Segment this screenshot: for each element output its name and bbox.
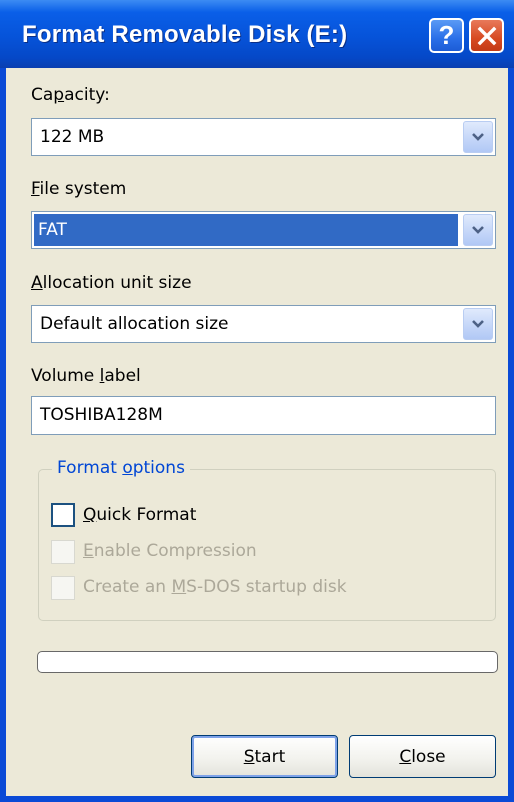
quick-format-label[interactable]: Quick Format — [83, 505, 196, 525]
file-system-dropdown[interactable]: FAT — [31, 211, 496, 249]
volume-label-value: TOSHIBA128M — [40, 405, 163, 425]
capacity-dropdown[interactable]: 122 MB — [31, 118, 496, 156]
window-title: Format Removable Disk (E:) — [22, 21, 348, 48]
enable-compression-checkbox — [51, 540, 75, 564]
close-window-button[interactable] — [469, 18, 504, 53]
chevron-down-icon — [472, 133, 484, 141]
close-icon — [477, 26, 496, 45]
help-icon: ? — [438, 20, 455, 50]
format-options-legend: Format options — [52, 458, 190, 478]
allocation-unit-dropdown[interactable]: Default allocation size — [31, 305, 496, 343]
selection-highlight — [34, 214, 458, 246]
enable-compression-label: Enable Compression — [83, 541, 257, 561]
help-button[interactable]: ? — [429, 18, 464, 53]
title-bar[interactable]: Format Removable Disk (E:) ? — [0, 0, 514, 68]
allocation-unit-value: Default allocation size — [40, 314, 229, 334]
allocation-unit-label: Allocation unit size — [31, 273, 192, 293]
volume-label-input[interactable]: TOSHIBA128M — [31, 396, 496, 435]
file-system-value: FAT — [38, 220, 67, 240]
allocation-unit-dropdown-button[interactable] — [463, 308, 493, 340]
format-progress-bar — [37, 651, 498, 673]
capacity-label: Capacity: — [31, 85, 110, 105]
msdos-startup-checkbox — [51, 576, 75, 600]
file-system-dropdown-button[interactable] — [463, 214, 493, 246]
capacity-value: 122 MB — [40, 127, 105, 147]
file-system-label: File system — [31, 179, 127, 199]
chevron-down-icon — [472, 320, 484, 328]
volume-label-label: Volume label — [31, 366, 141, 386]
close-button[interactable]: Close — [349, 735, 496, 778]
chevron-down-icon — [472, 226, 484, 234]
quick-format-checkbox[interactable] — [51, 503, 75, 527]
msdos-startup-label: Create an MS-DOS startup disk — [83, 577, 347, 597]
capacity-dropdown-button[interactable] — [463, 121, 493, 153]
start-button[interactable]: Start — [191, 735, 338, 778]
